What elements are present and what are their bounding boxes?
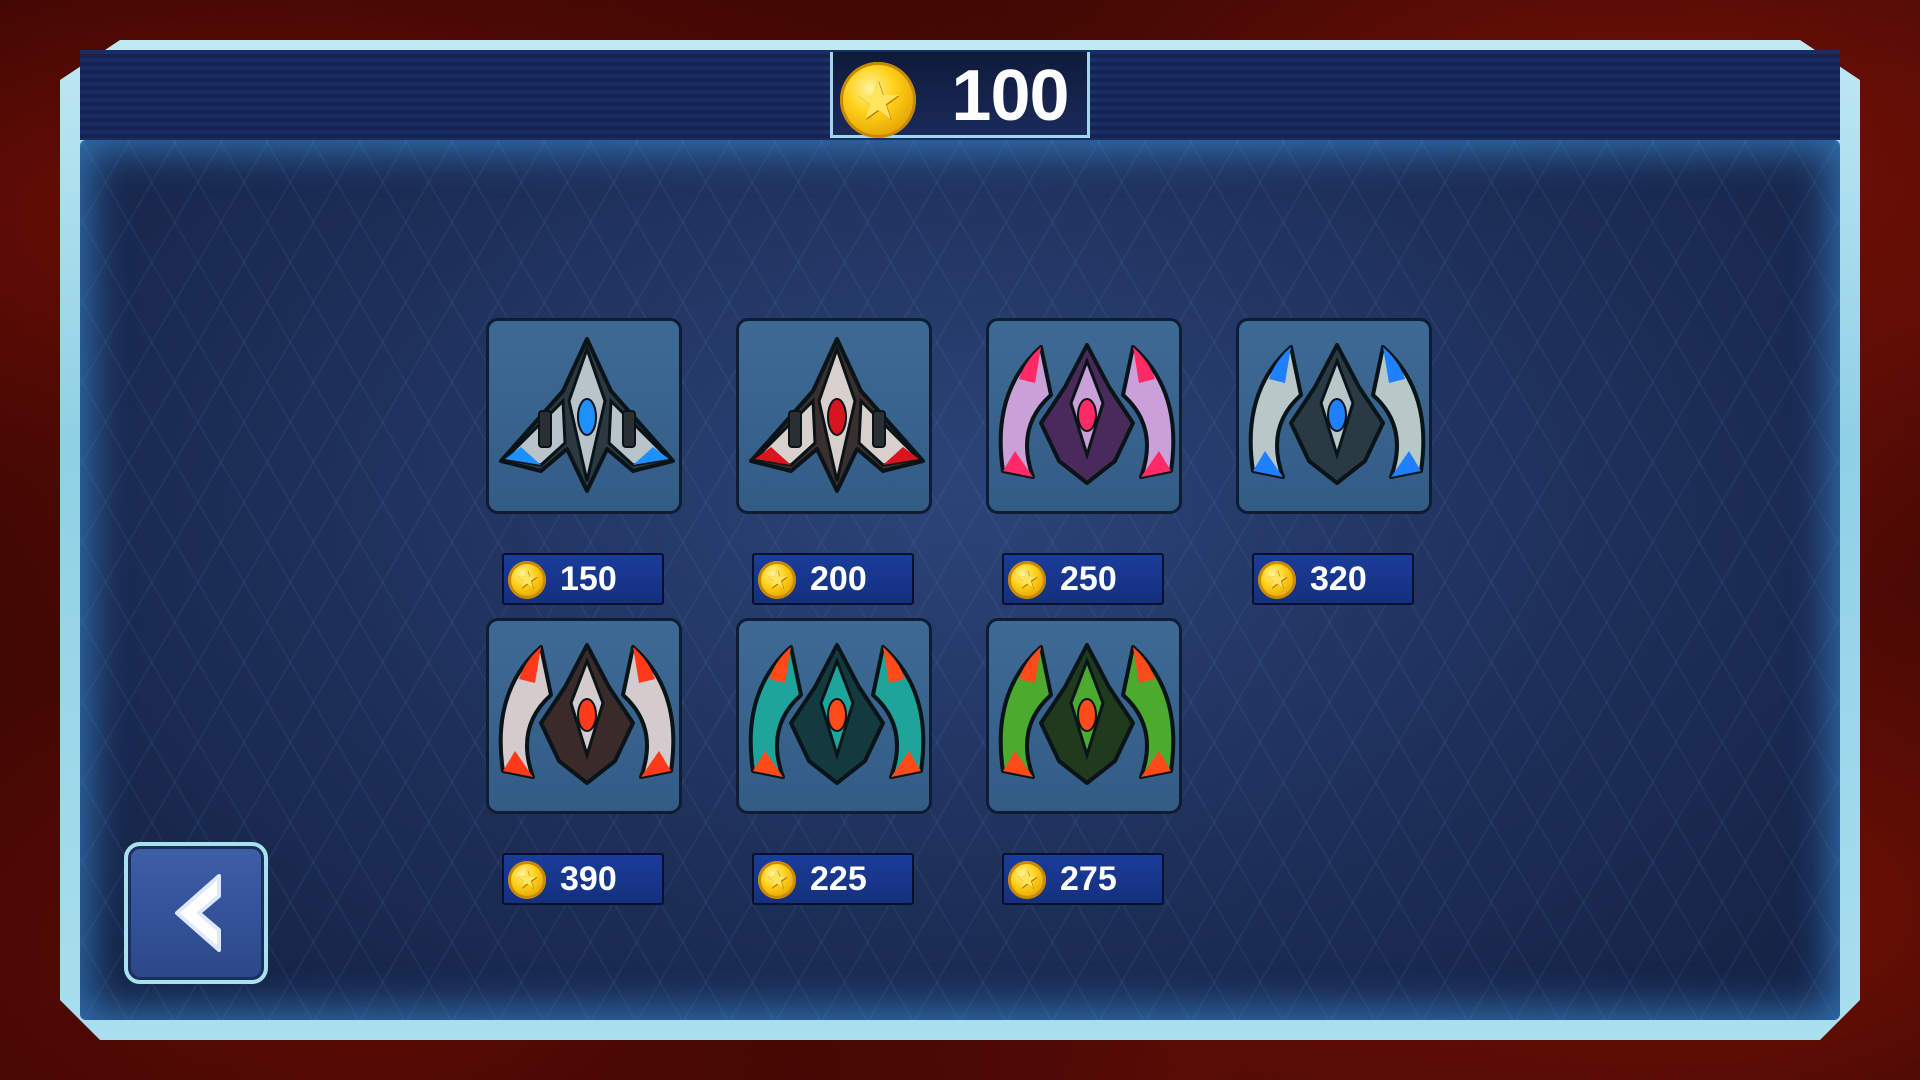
spaceship-icon	[998, 343, 1176, 485]
coin-icon: ★	[758, 861, 796, 899]
back-button[interactable]	[124, 842, 268, 984]
spaceship-icon	[499, 337, 675, 493]
price-label: 225	[810, 860, 867, 898]
price-label: 150	[560, 560, 617, 598]
price-tag-6[interactable]: ★ 225	[752, 853, 914, 905]
ship-card-3[interactable]	[986, 318, 1182, 514]
coin-icon: ★	[1008, 861, 1046, 899]
coin-icon: ★	[508, 561, 546, 599]
price-tag-4[interactable]: ★ 320	[1252, 553, 1414, 605]
coin-icon: ★	[1008, 561, 1046, 599]
ship-card-2[interactable]	[736, 318, 932, 514]
chevron-left-icon	[175, 874, 221, 952]
price-label: 250	[1060, 560, 1117, 598]
coin-icon: ★	[758, 561, 796, 599]
price-tag-7[interactable]: ★ 275	[1002, 853, 1164, 905]
coin-balance: 100	[951, 56, 1069, 136]
price-label: 320	[1310, 560, 1367, 598]
spaceship-icon	[748, 643, 926, 785]
coin-icon: ★	[508, 861, 546, 899]
price-label: 275	[1060, 860, 1117, 898]
ship-card-5[interactable]	[486, 618, 682, 814]
ship-card-6[interactable]	[736, 618, 932, 814]
price-tag-5[interactable]: ★ 390	[502, 853, 664, 905]
spaceship-icon	[998, 643, 1176, 785]
spaceship-icon	[1248, 343, 1426, 485]
spaceship-icon	[749, 337, 925, 493]
coin-icon: ★	[1258, 561, 1296, 599]
price-label: 200	[810, 560, 867, 598]
ship-card-1[interactable]	[486, 318, 682, 514]
spaceship-icon	[498, 643, 676, 785]
shop-panel	[80, 140, 1840, 1020]
ship-card-4[interactable]	[1236, 318, 1432, 514]
price-tag-3[interactable]: ★ 250	[1002, 553, 1164, 605]
price-tag-1[interactable]: ★ 150	[502, 553, 664, 605]
ship-card-7[interactable]	[986, 618, 1182, 814]
coin-icon: ★	[840, 62, 916, 138]
price-label: 390	[560, 860, 617, 898]
price-tag-2[interactable]: ★ 200	[752, 553, 914, 605]
